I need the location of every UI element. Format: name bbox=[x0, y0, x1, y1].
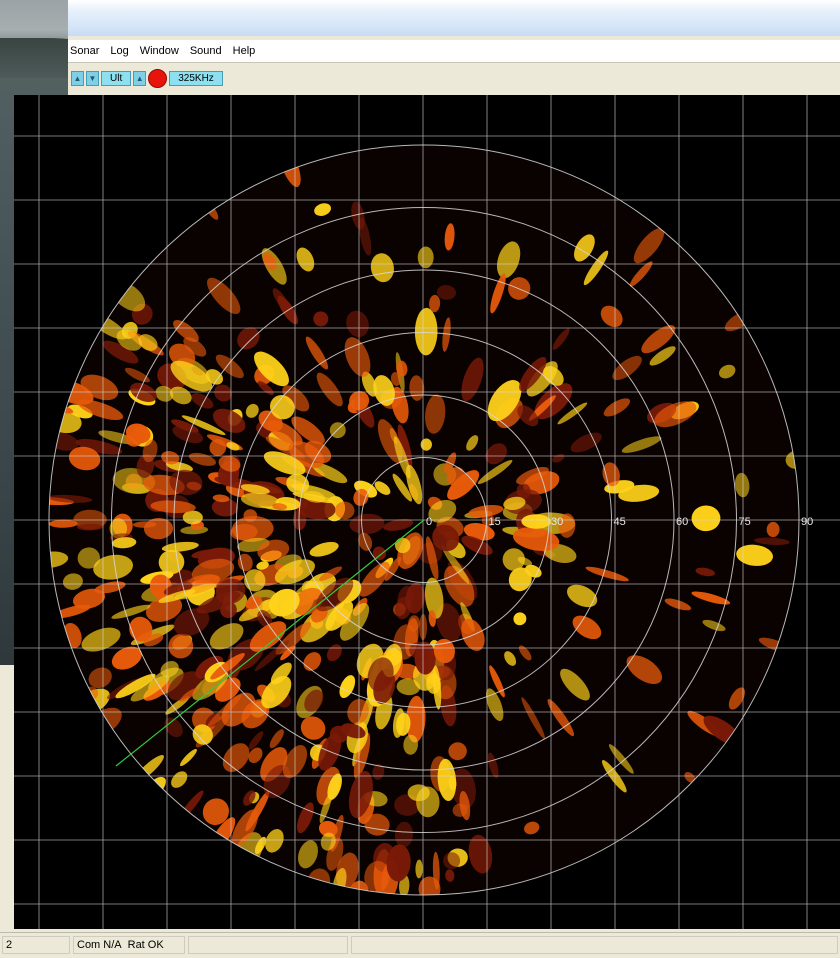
range-label: 0 bbox=[426, 516, 432, 528]
menu-window[interactable]: Window bbox=[137, 45, 187, 57]
status-bar: 2 Com N/A Rat OK bbox=[0, 932, 840, 958]
echo-blob bbox=[417, 246, 434, 269]
range-label: 30 bbox=[551, 516, 563, 528]
status-text-1: 2 bbox=[6, 939, 13, 951]
status-field-5 bbox=[351, 936, 838, 954]
range-label: 45 bbox=[614, 516, 626, 528]
chevron-down-icon[interactable]: ▼ bbox=[86, 71, 99, 86]
status-text-3: Rat OK bbox=[127, 939, 164, 951]
range-label: 15 bbox=[489, 516, 501, 528]
echo-blob bbox=[691, 505, 721, 532]
title-bar[interactable] bbox=[68, 0, 840, 36]
range-label: 90 bbox=[801, 516, 813, 528]
chevron-up-icon[interactable]: ▲ bbox=[133, 71, 147, 86]
toolbar: ▲ ▼ Ult ▲ 325KHz bbox=[68, 66, 840, 91]
menu-log[interactable]: Log bbox=[107, 45, 136, 57]
status-field-1: 2 bbox=[2, 936, 70, 954]
status-text-2: Com N/A bbox=[77, 939, 122, 951]
menu-bar: Sonar Log Window Sound Help bbox=[68, 40, 840, 63]
status-field-4 bbox=[188, 936, 348, 954]
menu-sonar[interactable]: Sonar bbox=[68, 45, 107, 57]
menu-sound[interactable]: Sound bbox=[187, 45, 230, 57]
menu-help[interactable]: Help bbox=[230, 45, 264, 57]
gain-field[interactable]: Ult bbox=[101, 71, 132, 86]
range-label: 60 bbox=[676, 516, 688, 528]
range-label: 75 bbox=[739, 516, 751, 528]
chevron-up-icon[interactable]: ▲ bbox=[71, 71, 84, 86]
status-field-2: Com N/A Rat OK bbox=[73, 936, 185, 954]
frequency-field[interactable]: 325KHz bbox=[169, 71, 223, 86]
sonar-canvas: 0 15 30 45 60 75 90 bbox=[14, 95, 840, 929]
sonar-display[interactable]: 0 15 30 45 60 75 90 bbox=[14, 95, 840, 929]
record-icon[interactable] bbox=[148, 69, 168, 88]
